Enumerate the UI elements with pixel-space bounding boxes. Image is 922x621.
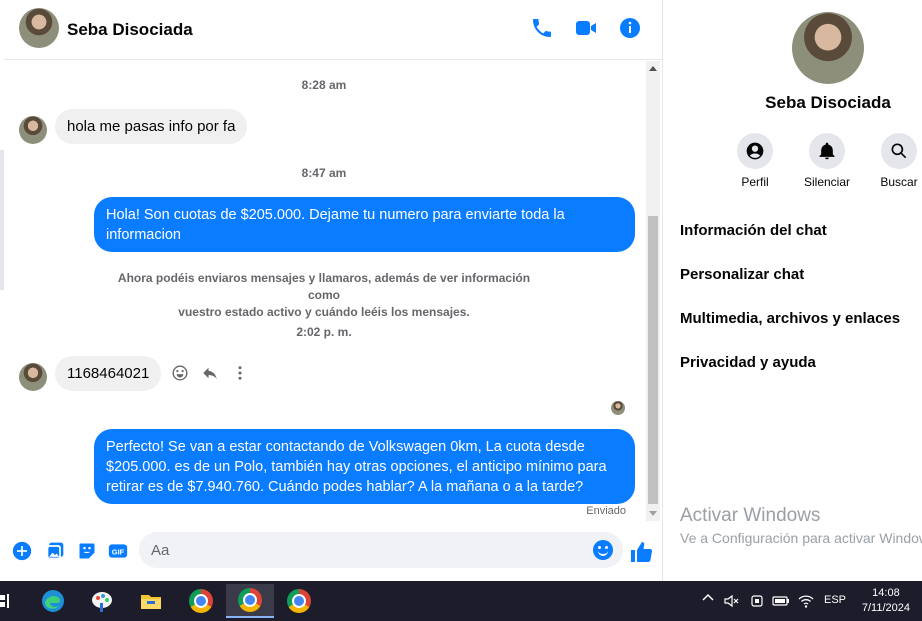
- message-list: 8:28 am hola me pasas info por fa 8:47 a…: [4, 61, 644, 521]
- gif-icon[interactable]: GIF: [108, 541, 128, 561]
- search-button[interactable]: Buscar: [869, 133, 922, 189]
- search-label: Buscar: [880, 175, 918, 189]
- message-composer: GIF Aa: [4, 528, 662, 572]
- contact-avatar[interactable]: [19, 8, 59, 48]
- chrome-icon: [189, 589, 213, 613]
- menu-chat-info[interactable]: Información del chat: [680, 222, 827, 239]
- message-line: $205.000. es de un Polo, también hay otr…: [106, 459, 607, 475]
- file-explorer-icon[interactable]: [127, 584, 175, 618]
- chrome-icon: [287, 589, 311, 613]
- reply-icon[interactable]: [200, 363, 220, 383]
- chrome-icon: [238, 588, 262, 612]
- menu-customize-chat[interactable]: Personalizar chat: [680, 266, 804, 283]
- chat-header: Seba Disociada: [4, 0, 662, 60]
- seen-avatar: [611, 401, 625, 415]
- phone-icon[interactable]: [530, 16, 554, 40]
- message-status: Enviado: [586, 505, 626, 517]
- message-input[interactable]: Aa: [139, 532, 623, 568]
- show-hidden-icons-chevron-icon[interactable]: [702, 592, 714, 607]
- clock-time: 14:08: [872, 587, 900, 599]
- task-view-icon[interactable]: [0, 592, 10, 610]
- sender-avatar[interactable]: [19, 116, 47, 144]
- more-options-icon[interactable]: [230, 363, 250, 383]
- chat-info-panel: Seba Disociada Perfil Silenciar Buscar I…: [662, 0, 922, 581]
- notice-line: vuestro estado activo y cuándo leéis los…: [178, 305, 470, 319]
- svg-text:GIF: GIF: [112, 547, 125, 556]
- timestamp: 2:02 p. m.: [296, 325, 352, 339]
- incoming-message[interactable]: 1168464021: [55, 356, 162, 391]
- plus-icon[interactable]: [12, 541, 32, 561]
- activate-windows-subtitle: Ve a Configuración para activar Windows.: [680, 530, 922, 546]
- search-icon: [881, 133, 917, 169]
- profile-name: Seba Disociada: [765, 93, 891, 112]
- menu-privacy-support[interactable]: Privacidad y ayuda: [680, 354, 816, 371]
- outgoing-message[interactable]: Perfecto! Se van a estar contactando de …: [94, 429, 635, 504]
- message-line: Perfecto! Se van a estar contactando de …: [106, 439, 585, 455]
- profile-avatar[interactable]: [792, 12, 864, 84]
- scroll-up-arrow[interactable]: [649, 66, 657, 71]
- gallery-icon[interactable]: [45, 541, 65, 561]
- edge-taskbar-icon[interactable]: [29, 584, 77, 618]
- chrome-taskbar-icon-2[interactable]: [226, 584, 274, 618]
- windows-taskbar: ESP 14:08 7/11/2024: [0, 581, 922, 621]
- emoji-icon[interactable]: [593, 540, 613, 560]
- message-placeholder: Aa: [151, 542, 170, 559]
- notice-line: Ahora podéis enviaros mensajes y llamaro…: [117, 271, 531, 302]
- message-actions: [170, 363, 250, 383]
- profile-label: Perfil: [741, 175, 769, 189]
- menu-media-files-links[interactable]: Multimedia, archivos y enlaces: [680, 310, 900, 327]
- device-icon[interactable]: [749, 593, 765, 612]
- chrome-taskbar-icon-3[interactable]: [275, 584, 323, 618]
- profile-button[interactable]: Perfil: [725, 133, 785, 189]
- like-icon[interactable]: [629, 540, 653, 564]
- react-icon[interactable]: [170, 363, 190, 383]
- message-scrollbar[interactable]: [646, 61, 660, 521]
- incoming-message[interactable]: hola me pasas info por fa: [55, 109, 248, 144]
- outgoing-message[interactable]: Hola! Son cuotas de $205.000. Dejame tu …: [94, 197, 635, 252]
- activate-windows-title: Activar Windows: [680, 505, 821, 526]
- sender-avatar[interactable]: [19, 363, 47, 391]
- system-notice: Ahora podéis enviaros mensajes y llamaro…: [104, 270, 544, 321]
- wifi-icon[interactable]: [798, 593, 814, 612]
- message-line: Hola! Son cuotas de $205.000. Dejame tu …: [106, 207, 565, 223]
- chrome-taskbar-icon-1[interactable]: [177, 584, 225, 618]
- message-line: informacion: [106, 227, 181, 243]
- sticker-icon[interactable]: [77, 541, 97, 561]
- chat-panel: Seba Disociada 8:28 am hola me pasas inf…: [4, 0, 662, 581]
- profile-icon: [737, 133, 773, 169]
- input-language[interactable]: ESP: [824, 594, 846, 606]
- scroll-down-arrow[interactable]: [649, 511, 657, 516]
- volume-muted-icon[interactable]: [723, 593, 739, 612]
- timestamp: 8:47 am: [301, 166, 347, 180]
- scroll-thumb[interactable]: [648, 216, 658, 504]
- video-call-icon[interactable]: [574, 16, 598, 40]
- mute-button[interactable]: Silenciar: [797, 133, 857, 189]
- info-icon[interactable]: [618, 16, 642, 40]
- paint-taskbar-icon[interactable]: [78, 584, 126, 618]
- battery-icon[interactable]: [772, 593, 790, 612]
- bell-icon: [809, 133, 845, 169]
- timestamp: 8:28 am: [301, 78, 347, 92]
- contact-name[interactable]: Seba Disociada: [67, 20, 193, 40]
- message-line: retirar es de $7.940.760. Cuándo podes h…: [106, 479, 584, 495]
- messenger-app: Seba Disociada 8:28 am hola me pasas inf…: [0, 0, 922, 581]
- system-clock[interactable]: 14:08 7/11/2024: [862, 586, 910, 616]
- clock-date: 7/11/2024: [861, 602, 910, 614]
- mute-label: Silenciar: [803, 175, 851, 189]
